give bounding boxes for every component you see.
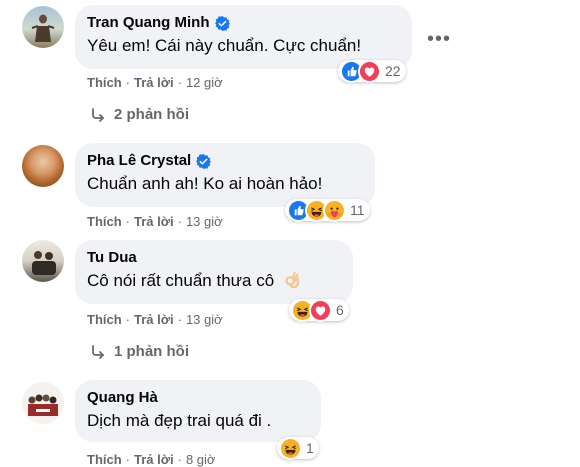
avatar[interactable] [22,240,64,282]
comment-bubble: Quang Hà Dịch mà đẹp trai quá đi . [75,380,321,442]
love-icon [358,59,381,83]
comment-actions: Thích · Trả lời · 13 giờ [87,214,223,229]
comment-bubble: Tu Dua Cô nói rất chuẩn thưa cô [75,240,353,304]
avatar[interactable] [22,145,64,187]
reaction-count: 22 [385,63,401,79]
comment-text: Chuẩn anh ah! Ko ai hoàn hảo! [87,174,323,193]
reply-button[interactable]: Trả lời [134,312,174,327]
avatar[interactable] [22,382,64,424]
reply-button[interactable]: Trả lời [134,214,174,229]
comment-text: Cô nói rất chuẩn thưa cô [87,270,341,295]
reaction-summary[interactable]: 1 [277,436,319,460]
care-icon [323,198,346,222]
verified-badge-icon [196,154,211,169]
like-button[interactable]: Thích [87,312,122,327]
reaction-count: 6 [336,302,344,318]
author-name[interactable]: Tu Dua [87,248,341,268]
author-name[interactable]: Quang Hà [87,388,309,408]
reply-button[interactable]: Trả lời [134,75,174,90]
haha-icon [279,436,302,460]
view-replies-button[interactable]: 2 phản hồi [90,106,189,123]
author-name[interactable]: Pha Lê Crystal [87,151,363,171]
avatar[interactable] [22,6,64,48]
like-button[interactable]: Thích [87,214,122,229]
love-icon [309,298,332,322]
timestamp[interactable]: 13 giờ [186,312,223,327]
reaction-summary[interactable]: 22 [338,59,406,83]
comment-bubble: Pha Lê Crystal Chuẩn anh ah! Ko ai hoàn … [75,143,375,207]
timestamp[interactable]: 12 giờ [186,75,223,90]
reaction-count: 1 [306,440,314,456]
comment-actions: Thích · Trả lời · 12 giờ [87,75,223,90]
timestamp[interactable]: 13 giờ [186,214,223,229]
comment-actions: Thích · Trả lời · 13 giờ [87,312,223,327]
reply-arrow-icon [90,344,106,360]
reaction-summary[interactable]: 6 [289,298,349,322]
ok-hand-icon [283,271,301,295]
like-button[interactable]: Thích [87,75,122,90]
comment-text: Dịch mà đẹp trai quá đi . [87,411,272,430]
reaction-count: 11 [350,202,365,218]
comment-text: Yêu em! Cái này chuẩn. Cực chuẩn! [87,36,362,55]
reaction-summary[interactable]: 11 [285,198,370,222]
verified-badge-icon [215,16,230,31]
author-name[interactable]: Tran Quang Minh [87,13,400,33]
reply-arrow-icon [90,107,106,123]
view-replies-button[interactable]: 1 phản hồi [90,343,189,360]
more-options-icon[interactable]: ••• [427,28,451,51]
